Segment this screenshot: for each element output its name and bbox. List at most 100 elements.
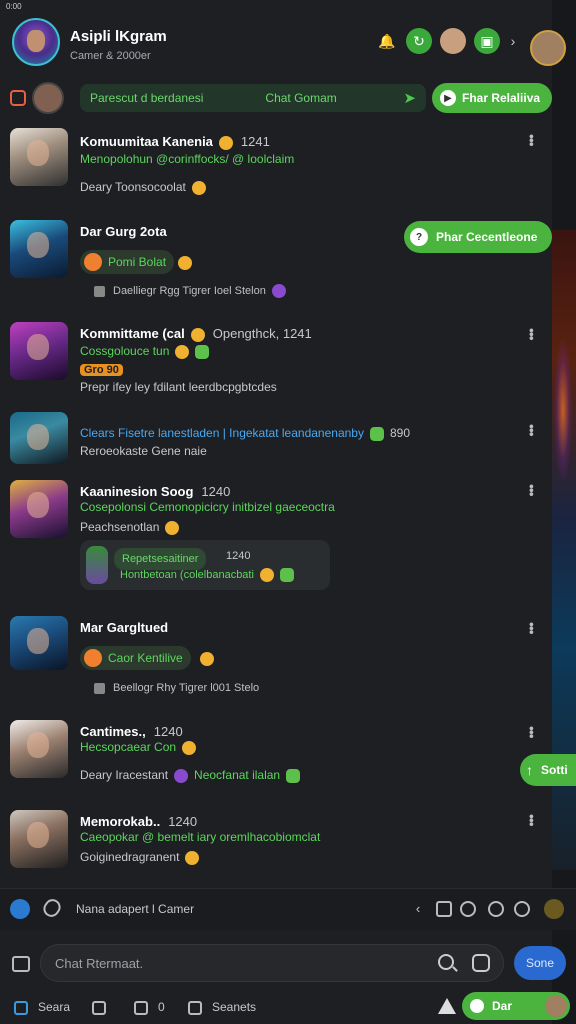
- tag-label: Gro 90: [80, 362, 123, 376]
- emoji-icon: [185, 850, 200, 865]
- more-options-icon[interactable]: •••: [524, 622, 540, 634]
- app-icon[interactable]: [10, 899, 30, 919]
- sender-name: Memorokab.. 1240: [80, 814, 198, 829]
- more-options-icon[interactable]: •••: [524, 814, 540, 826]
- message-subtext: Beellogr Rhy Tigrer l001 Stelo: [94, 682, 259, 694]
- emoji-icon: [182, 740, 197, 755]
- emoji-icon: [165, 520, 180, 535]
- reaction-pill[interactable]: Caor Kentilive: [80, 646, 191, 670]
- back-icon[interactable]: ‹: [410, 901, 426, 917]
- side-action-button[interactable]: ↑ Sotti: [520, 754, 576, 786]
- message-text: Deary Toonsocoolat: [80, 180, 206, 195]
- emoji-picker-icon[interactable]: [460, 901, 476, 917]
- reply-text: Hontbetoan (colelbanacbati: [120, 568, 294, 582]
- pin-icon[interactable]: [10, 90, 26, 106]
- message-subtext: Daelliegr Rgg Tigrer Ioel Stelon: [94, 284, 286, 298]
- nav-item-count[interactable]: 0: [134, 1000, 165, 1015]
- send-arrow-icon[interactable]: ➤: [403, 89, 416, 107]
- bottom-nav: Seara 0 Seanets Dar: [0, 992, 576, 1024]
- send-button[interactable]: Sone: [514, 946, 566, 980]
- pinned-action-button[interactable]: ▶ Fhar Relaliiva: [432, 83, 552, 113]
- reply-avatar: [86, 546, 108, 584]
- message-text: Caeopokar @ bemelt iary oremlhacobiomcla…: [80, 830, 321, 844]
- nav-item-secrets[interactable]: Seanets: [188, 1000, 256, 1015]
- reaction-pill[interactable]: Pomi Bolat: [80, 250, 175, 274]
- message-item[interactable]: Cantimes., 1240 Hecsopcaear Con Deary Ira…: [0, 718, 552, 798]
- nav-item-search[interactable]: Seara: [14, 1000, 70, 1015]
- badge-icon: [218, 135, 233, 150]
- file-icon: [94, 285, 105, 297]
- chevron-right-icon[interactable]: ›: [500, 28, 526, 54]
- reaction-icon: [84, 649, 102, 667]
- call-icon[interactable]: ↻: [406, 28, 432, 54]
- avatar[interactable]: [10, 128, 68, 186]
- nav-item-refresh[interactable]: [92, 1000, 116, 1015]
- message-text: Menopolohun @corinffocks/ @ loolclaim: [80, 152, 295, 166]
- sender-name: Cantimes., 1240: [80, 724, 183, 739]
- message-text: Prepr ifey ley fdilant leerdbcpgbtcdes: [80, 380, 277, 394]
- reply-title: Repetsesaitiner: [114, 548, 207, 570]
- status-icon: [470, 999, 484, 1013]
- image-icon[interactable]: [436, 901, 452, 917]
- group-subtitle: Camer & 2000er: [70, 50, 151, 62]
- extra-icon[interactable]: [544, 899, 564, 919]
- nav-profile-button[interactable]: Dar: [462, 992, 570, 1020]
- file-icon: [94, 682, 105, 694]
- message-text: Clears Fisetre lanestladen | Ingekatat l…: [80, 426, 410, 441]
- camera-icon[interactable]: [472, 954, 490, 972]
- reply-time: 1240: [226, 550, 251, 562]
- avatar[interactable]: [10, 480, 68, 538]
- message-item[interactable]: Kommittame (cal Opengthck, 1241 Cossgolou…: [0, 320, 552, 404]
- message-item[interactable]: Mar Gargltued Caor Kentilive Beellogr Rh…: [0, 614, 552, 704]
- warning-icon[interactable]: [438, 998, 456, 1014]
- keyboard-icon[interactable]: [12, 956, 30, 972]
- message-input[interactable]: [40, 944, 504, 982]
- sticker-icon[interactable]: [488, 901, 504, 917]
- avatar[interactable]: [10, 616, 68, 670]
- notification-icon[interactable]: 🔔: [374, 28, 400, 54]
- sender-name: Mar Gargltued: [80, 620, 169, 635]
- group-title: Asipli lKgram: [70, 28, 167, 45]
- pinned-message-bar: Parescut d berdanesi Chat Gomam ➤ ▶ Fhar…: [0, 80, 576, 114]
- more-options-icon[interactable]: •••: [524, 328, 540, 340]
- search-icon[interactable]: [438, 954, 454, 970]
- floating-chat-button[interactable]: ? Phar Cecentleone: [404, 221, 552, 253]
- gif-icon[interactable]: [514, 901, 530, 917]
- arrow-up-icon: ↑: [526, 762, 533, 778]
- sender-name: Kommittame (cal Opengthck, 1241: [80, 326, 312, 342]
- help-icon: ?: [410, 228, 428, 246]
- leaf-icon: [286, 768, 301, 783]
- compose-toolbar: Nana adapert l Camer ‹: [0, 888, 576, 930]
- video-icon[interactable]: ▣: [474, 28, 500, 54]
- pinned-avatar: [32, 82, 64, 114]
- leaf-icon: [195, 344, 210, 359]
- more-options-icon[interactable]: •••: [524, 726, 540, 738]
- member-avatar-icon[interactable]: [440, 28, 466, 54]
- avatar[interactable]: [10, 810, 68, 868]
- message-item[interactable]: Memorokab.. 1240 Caeopokar @ bemelt iary …: [0, 808, 552, 878]
- group-avatar[interactable]: [12, 18, 60, 66]
- message-text: Hecsopcaear Con: [80, 740, 197, 755]
- pinned-message[interactable]: Parescut d berdanesi Chat Gomam ➤: [80, 84, 426, 112]
- toolbar-text: Nana adapert l Camer: [76, 902, 195, 916]
- avatar[interactable]: [10, 720, 68, 778]
- message-text: Peachsenotlan: [80, 520, 180, 535]
- emoji-icon: [175, 344, 190, 359]
- message-text: Cossgolouce tun: [80, 344, 210, 359]
- emoji-icon: [271, 284, 286, 298]
- more-options-icon[interactable]: •••: [524, 134, 540, 146]
- more-options-icon[interactable]: •••: [524, 484, 540, 496]
- emoji-icon: [174, 768, 189, 783]
- avatar[interactable]: [10, 322, 68, 380]
- more-options-icon[interactable]: •••: [524, 424, 540, 436]
- message-item[interactable]: Komuumitaa Kanenia 1241 Menopolohun @cori…: [0, 126, 552, 206]
- message-item[interactable]: Clears Fisetre lanestladen | Ingekatat l…: [0, 410, 552, 470]
- avatar[interactable]: [10, 412, 68, 464]
- message-text: Reroeokaste Gene naie: [80, 444, 207, 458]
- profile-avatar[interactable]: [530, 30, 566, 66]
- badge-icon: [190, 327, 205, 342]
- reply-preview[interactable]: Repetsesaitiner 1240 Hontbetoan (colelba…: [80, 540, 330, 590]
- pinned-text: Parescut d berdanesi: [90, 91, 204, 105]
- avatar[interactable]: [10, 220, 68, 278]
- attach-icon[interactable]: [40, 896, 64, 920]
